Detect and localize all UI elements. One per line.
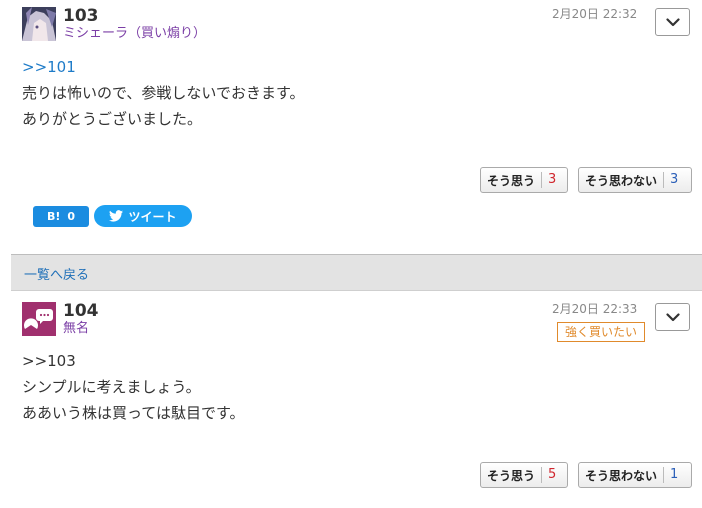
post-104: 104 無名 2月20日 22:33 強く買いたい >>103 シンプルに考えま… (0, 0, 702, 508)
chevron-down-icon (665, 312, 680, 321)
reply-anchor-text[interactable]: >>103 (22, 348, 244, 374)
disagree-label: そう思わない (585, 468, 658, 483)
post-number: 104 (63, 301, 99, 321)
post-line: シンプルに考えましょう。 (22, 378, 201, 396)
agree-count: 5 (541, 467, 561, 483)
disagree-button[interactable]: そう思わない 1 (578, 462, 692, 488)
post-line: ああいう株は買っては駄目です。 (22, 404, 245, 422)
post-body: >>103 シンプルに考えましょう。 ああいう株は買っては駄目です。 (22, 348, 244, 426)
sentiment-badge: 強く買いたい (557, 322, 645, 342)
agree-button[interactable]: そう思う 5 (480, 462, 568, 488)
disagree-count: 1 (663, 467, 683, 483)
chat-bubble-avatar-icon[interactable] (22, 302, 56, 336)
post-menu-button[interactable] (655, 303, 690, 331)
username[interactable]: 無名 (63, 320, 89, 338)
agree-label: そう思う (487, 468, 536, 483)
post-date: 2月20日 22:33 (552, 302, 638, 316)
